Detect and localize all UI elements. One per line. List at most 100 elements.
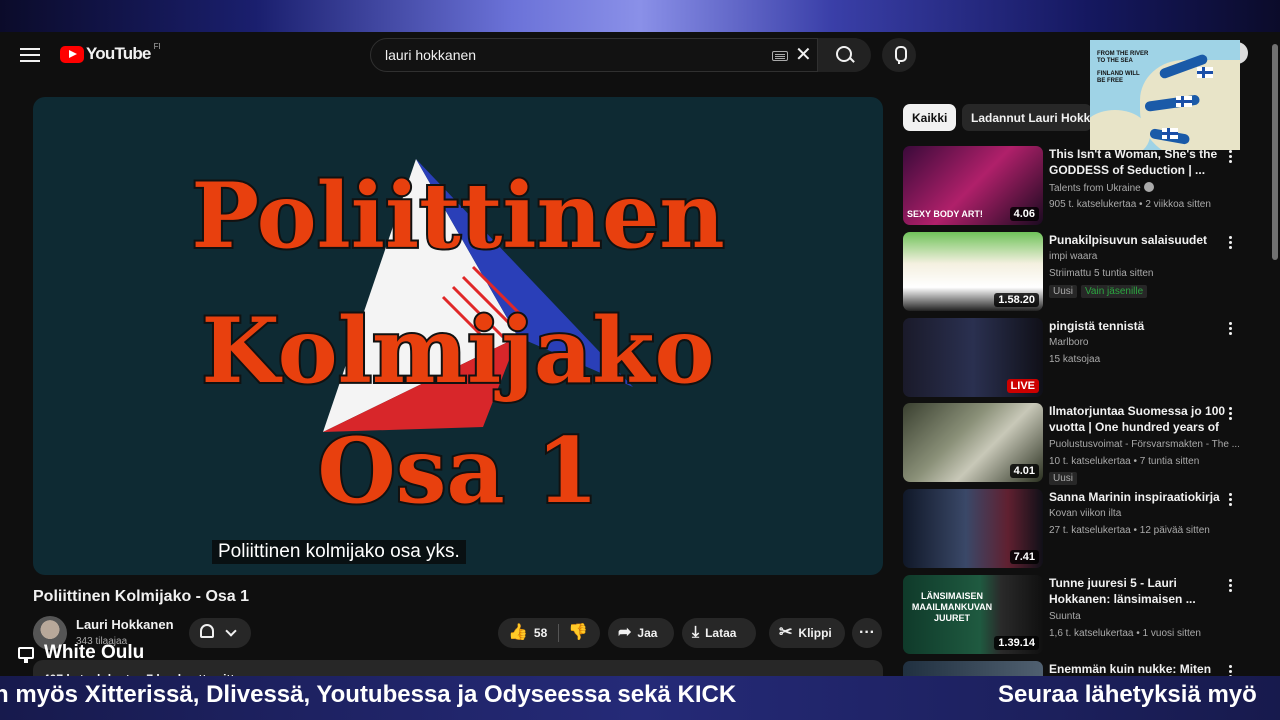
finland-flag-icon [1162, 128, 1178, 139]
rec-channel[interactable]: Suunta [1049, 611, 1239, 622]
rec-meta: 905 t. katselukertaa • 2 viikkoa sitten [1049, 199, 1211, 210]
keyboard-icon[interactable] [772, 51, 788, 61]
kebab-menu-icon[interactable] [1229, 665, 1232, 668]
live-badge: LIVE [1006, 379, 1039, 393]
recommendation-item[interactable]: LIVE pingistä tennistä Marlboro 15 katso… [903, 318, 1243, 398]
recommendation-item[interactable]: 4.01 Ilmatorjuntaa Suomessa jo 100 vuott… [903, 403, 1243, 485]
finland-flag-icon [1176, 96, 1192, 107]
like-count: 58 [533, 626, 548, 640]
thumbs-down-icon[interactable]: 👎 [568, 625, 588, 641]
masthead: YouTube FI lauri hokkanen ✕ [0, 32, 1280, 78]
rec-title[interactable]: pingistä tennistä [1049, 318, 1229, 334]
subtitle-caption: Poliittinen kolmijako osa yks. [212, 540, 466, 564]
video-thumbnail[interactable]: 1.58.20 [903, 232, 1043, 311]
stream-overlay-label: White Oulu [18, 642, 144, 664]
map-text: BE FREE [1097, 78, 1124, 84]
new-badge: Uusi [1049, 472, 1078, 485]
rec-channel[interactable]: Puolustusvoimat - Försvarsmakten - The .… [1049, 439, 1239, 450]
kebab-menu-icon[interactable] [1229, 493, 1232, 496]
voice-search-button[interactable] [882, 38, 916, 72]
kebab-menu-icon[interactable] [1229, 579, 1232, 582]
news-ticker: n myös Xitterissä, Dlivessä, Youtubessa … [0, 676, 1280, 720]
video-thumbnail[interactable]: 7.41 [903, 489, 1043, 568]
logo-country: FI [153, 41, 161, 51]
kebab-menu-icon[interactable] [1229, 322, 1232, 325]
scissors-icon: ✂ [779, 624, 793, 641]
recommendation-item[interactable]: 7.41 Sanna Marinin inspiraatiokirja Kova… [903, 489, 1243, 569]
like-button[interactable]: 👍 58 👎 [498, 618, 600, 648]
recommendation-item[interactable]: Enemmän kuin nukke: Miten [903, 661, 1243, 676]
video-thumbnail[interactable]: SEXY BODY ART! 4.06 [903, 146, 1043, 225]
rec-title[interactable]: Ilmatorjuntaa Suomessa jo 100 vuotta | O… [1049, 403, 1229, 435]
duration-badge: 1.58.20 [994, 293, 1039, 307]
rec-title[interactable]: Enemmän kuin nukke: Miten [1049, 661, 1229, 676]
video-thumbnail[interactable]: LIVE [903, 318, 1043, 397]
video-title-line1: Poliittinen [191, 163, 724, 269]
search-button[interactable] [817, 38, 871, 72]
notification-button[interactable] [189, 618, 251, 648]
overlay-label-text: White Oulu [44, 642, 145, 663]
new-badge: Uusi [1049, 285, 1078, 298]
chip-uploaded-by[interactable]: Ladannut Lauri Hokkanen [962, 104, 1092, 131]
clear-search-icon[interactable]: ✕ [795, 45, 812, 65]
download-button[interactable]: ⤓ Lataa [682, 618, 756, 648]
rec-meta: 15 katsojaa [1049, 354, 1101, 365]
video-thumbnail[interactable]: LÄNSIMAISEN MAAILMANKUVAN JUURET 1.39.14 [903, 575, 1043, 654]
rec-channel[interactable]: Kovan viikon ilta [1049, 508, 1239, 519]
scrollbar[interactable] [1272, 44, 1278, 260]
kebab-menu-icon[interactable] [1229, 407, 1232, 410]
thumbs-up-icon: 👍 [508, 624, 528, 641]
rec-title[interactable]: Sanna Marinin inspiraatiokirja [1049, 489, 1229, 505]
youtube-play-icon [60, 45, 84, 63]
more-actions-button[interactable]: ··· [852, 618, 882, 648]
video-thumbnail[interactable]: 4.01 [903, 403, 1043, 482]
more-icon: ··· [859, 624, 875, 641]
share-button[interactable]: ➦ Jaa [608, 618, 674, 648]
video-player[interactable]: Poliittinen Kolmijako Osa 1 [33, 97, 883, 575]
video-title-line2: Kolmijako [201, 298, 714, 404]
rec-channel[interactable]: Talents from Ukraine [1049, 182, 1239, 194]
menu-icon[interactable] [20, 46, 40, 64]
finland-flag-icon [1197, 67, 1213, 78]
ticker-text: n myös Xitterissä, Dlivessä, Youtubessa … [0, 681, 737, 708]
video-frame: Poliittinen Kolmijako Osa 1 [189, 159, 727, 526]
map-text: FINLAND WILL [1097, 71, 1140, 77]
browser-top-glow [0, 0, 1280, 32]
rec-channel[interactable]: impi waara [1049, 251, 1239, 262]
rec-meta: 10 t. katselukertaa • 7 tuntia sitten [1049, 456, 1200, 467]
duration-badge: 4.01 [1009, 464, 1039, 478]
monitor-icon [18, 647, 34, 663]
recommendation-item[interactable]: LÄNSIMAISEN MAAILMANKUVAN JUURET 1.39.14… [903, 575, 1243, 655]
video-title-line3: Osa 1 [317, 418, 598, 524]
clip-button[interactable]: ✂ Klippi [769, 618, 845, 648]
map-text: TO THE SEA [1097, 58, 1133, 64]
rec-title[interactable]: Punakilpisuvun salaisuudet [1049, 232, 1229, 248]
rec-channel-name: Talents from Ukraine [1049, 183, 1141, 194]
overlay-map-image: FROM THE RIVER TO THE SEA FINLAND WILL B… [1090, 40, 1240, 150]
chip-all[interactable]: Kaikki [903, 104, 957, 131]
recommendation-item[interactable]: 1.58.20 Punakilpisuvun salaisuudet impi … [903, 232, 1243, 312]
duration-badge: 7.41 [1009, 550, 1039, 564]
kebab-menu-icon[interactable] [1229, 150, 1232, 153]
kebab-menu-icon[interactable] [1229, 236, 1232, 239]
divider [558, 624, 559, 642]
logo-text: YouTube [86, 44, 151, 63]
search-box[interactable]: lauri hokkanen ✕ [370, 38, 871, 72]
rec-title[interactable]: This Isn't a Woman, She's the GODDESS of… [1049, 146, 1229, 178]
verified-icon [1143, 182, 1154, 192]
search-input[interactable]: lauri hokkanen [385, 47, 476, 63]
share-icon: ➦ [618, 624, 632, 641]
clip-label: Klippi [798, 626, 832, 640]
recommendation-item[interactable]: SEXY BODY ART! 4.06 This Isn't a Woman, … [903, 146, 1243, 226]
channel-name[interactable]: Lauri Hokkanen [76, 617, 174, 632]
rec-meta: 27 t. katselukertaa • 12 päivää sitten [1049, 525, 1210, 536]
rec-title[interactable]: Tunne juuresi 5 - Lauri Hokkanen: länsim… [1049, 575, 1229, 607]
youtube-logo[interactable]: YouTube FI [60, 41, 161, 64]
video-thumbnail[interactable] [903, 661, 1043, 676]
rec-channel[interactable]: Marlboro [1049, 337, 1239, 348]
thumbnail-text: LÄNSIMAISEN MAAILMANKUVAN JUURET [911, 591, 993, 623]
duration-badge: 4.06 [1009, 207, 1039, 221]
rec-meta: Striimattu 5 tuntia sitten [1049, 268, 1154, 279]
share-label: Jaa [637, 626, 658, 640]
download-label: Lataa [705, 626, 737, 640]
